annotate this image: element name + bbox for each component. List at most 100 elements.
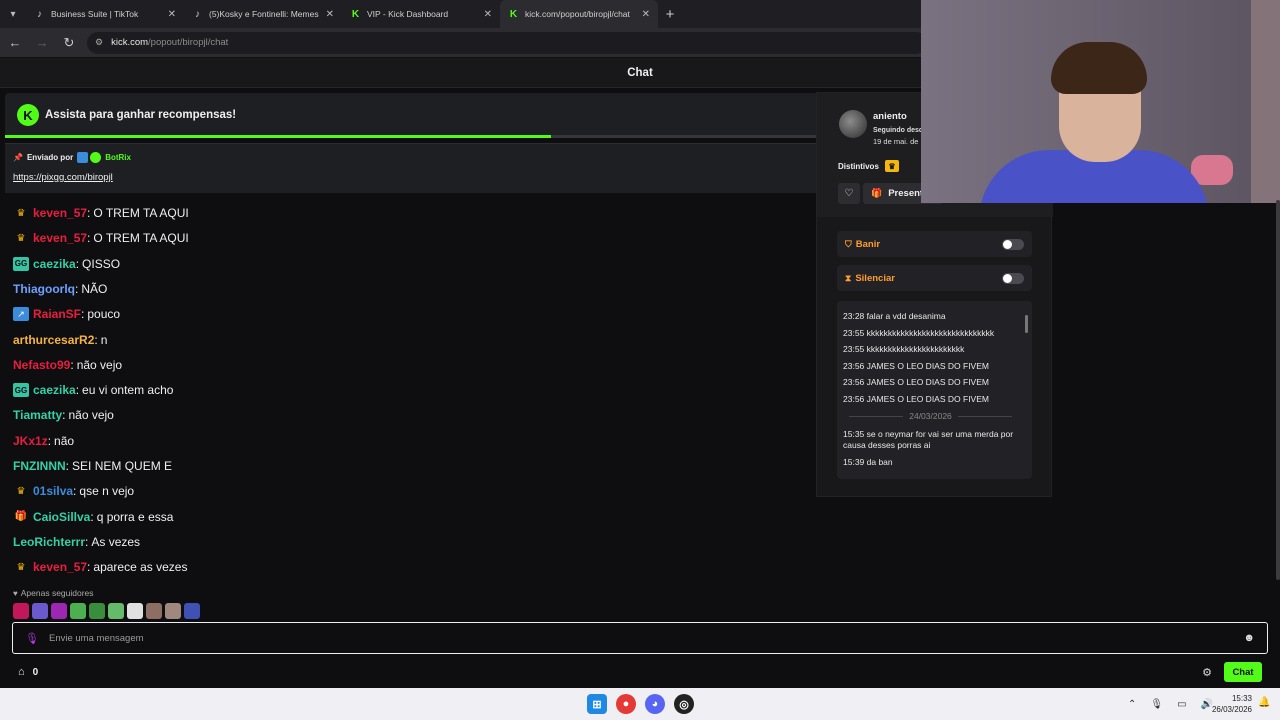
chat-username[interactable]: CaioSillva — [33, 510, 90, 524]
emote-icon[interactable] — [51, 603, 67, 619]
chat-username[interactable]: Nefasto99 — [13, 358, 70, 372]
timeout-toggle[interactable] — [1002, 272, 1024, 284]
discord-icon[interactable]: ◕ — [645, 694, 665, 714]
browser-tab-2[interactable]: K VIP - Kick Dashboard ✕ — [342, 0, 500, 28]
close-icon[interactable]: ✕ — [484, 9, 492, 20]
chat-username[interactable]: FNZINNN — [13, 459, 66, 473]
emote-icon[interactable] — [70, 603, 86, 619]
chat-message: ♛ keven_57: O TREM TA AQUI — [13, 230, 189, 246]
history-message: 23:28 falar a vdd desanima — [843, 311, 946, 321]
chat-username[interactable]: 01silva — [33, 484, 73, 498]
chat-separator: : — [87, 206, 91, 220]
ban-toggle[interactable] — [1002, 238, 1024, 250]
gift-icon: 🎁 — [871, 188, 883, 198]
reload-icon[interactable]: ↻ — [57, 31, 81, 55]
followers-only-label: Apenas seguidores — [20, 588, 94, 598]
history-text: JAMES O LEO DIAS DO FIVEM — [866, 394, 989, 404]
chat-username[interactable]: JKx1z — [13, 434, 48, 448]
chat-message-text: O TREM TA AQUI — [93, 231, 189, 246]
url-host: kick.com — [111, 37, 149, 48]
chat-username[interactable]: arthurcesarR2 — [13, 333, 94, 347]
windows-start-icon[interactable]: ⊞ — [587, 694, 607, 714]
windows-taskbar: ⊞ ● ◕ ◎ ⌃ 🎙 ▭ 🔊 15:33 26/03/2026 🔔 — [0, 688, 1280, 720]
chat-username[interactable]: Thiagoorlq — [13, 282, 75, 296]
history-text: JAMES O LEO DIAS DO FIVEM — [866, 360, 989, 371]
browser-tab-3[interactable]: K kick.com/popout/biropjl/chat ✕ — [500, 0, 658, 28]
emote-icon[interactable] — [32, 603, 48, 619]
close-icon[interactable]: ✕ — [642, 9, 650, 20]
chat-username[interactable]: caezika — [33, 257, 76, 271]
obs-icon[interactable]: ◎ — [674, 694, 694, 714]
history-message: 15:35 se o neymar for vai ser uma merda … — [843, 429, 1023, 451]
close-icon[interactable]: ✕ — [326, 9, 334, 20]
display-icon[interactable]: ▭ — [1177, 699, 1186, 710]
chat-username[interactable]: RaianSF — [33, 307, 81, 321]
back-arrow-icon[interactable]: ← — [3, 31, 27, 55]
chat-message-text: As vezes — [91, 534, 141, 549]
history-scrollbar[interactable] — [1025, 315, 1028, 333]
chat-separator: : — [87, 560, 91, 575]
history-after-date: 15:35 se o neymar for vai ser uma merda … — [843, 429, 1023, 474]
kicks-count: 0 — [32, 666, 39, 678]
chat-username[interactable]: caezika — [33, 383, 76, 397]
follow-heart-button[interactable]: ♡ — [838, 183, 860, 204]
browser-tab-1[interactable]: ♪ (5)Kosky e Fontinelli: Memes e I ✕ — [184, 0, 342, 28]
new-tab-button[interactable]: + — [658, 0, 682, 28]
chat-message-text: n — [100, 332, 108, 347]
chat-input-box[interactable]: 🎙 Envie uma mensagem ☻ — [12, 622, 1268, 654]
forward-arrow-icon[interactable]: → — [30, 31, 54, 55]
user-card-username[interactable]: aniento — [873, 111, 907, 122]
emote-icon[interactable] — [108, 603, 124, 619]
crown-badge-icon: ♛ — [16, 207, 26, 219]
history-message: 23:55 kkkkkkkkkkkkkkkkkkkkkkkkkkkkkk — [843, 328, 994, 338]
chevron-up-icon[interactable]: ⌃ — [1128, 699, 1136, 710]
chat-message-text: qse n vejo — [79, 484, 135, 499]
send-chat-button[interactable]: Chat — [1224, 662, 1262, 682]
page-scrollbar[interactable] — [1276, 200, 1280, 580]
chat-username[interactable]: keven_57 — [33, 206, 87, 220]
chat-separator: : — [87, 231, 91, 246]
store-icon[interactable]: ⌂ — [18, 666, 25, 678]
emote-icon[interactable] — [127, 603, 143, 619]
message-history[interactable]: 24/03/2026 15:35 se o neymar for vai ser… — [837, 301, 1032, 479]
ban-label: Banir — [855, 238, 881, 250]
timeout-label: Silenciar — [855, 272, 895, 284]
taskbar-clock[interactable]: 15:33 26/03/2026 — [1210, 693, 1252, 715]
microphone-icon[interactable]: 🎙 — [25, 632, 39, 645]
pinned-link[interactable]: https://pixgg.com/biropjl — [13, 172, 812, 183]
tab-title: kick.com/popout/biropjl/chat — [525, 9, 630, 19]
gear-icon[interactable]: ⚙ — [1202, 666, 1212, 679]
browser-tab-0[interactable]: ♪ Business Suite | TikTok ✕ — [26, 0, 184, 28]
chat-username[interactable]: keven_57 — [33, 231, 87, 245]
url-input[interactable]: ⚙ kick.com/popout/biropjl/chat — [87, 31, 927, 54]
tab-search-icon[interactable]: ▾ — [0, 0, 26, 28]
chat-username[interactable]: Tiamatty — [13, 408, 62, 422]
chat-footer: ⌂ 0 ⚙ Chat — [0, 656, 1280, 688]
tab-title: Business Suite | TikTok — [51, 9, 139, 19]
chat-input-placeholder[interactable]: Envie uma mensagem — [49, 633, 1243, 644]
site-info-icon[interactable]: ⚙ — [95, 37, 103, 48]
chat-message-text: SEI NEM QUEM E — [72, 459, 173, 473]
notification-bell-icon[interactable]: 🔔 — [1258, 697, 1270, 708]
emoji-picker-icon[interactable]: ☻ — [1243, 632, 1255, 644]
history-message: 23:56 JAMES O LEO DIAS DO FIVEM — [843, 394, 989, 404]
following-since-date: 19 de mai. de — [873, 137, 919, 146]
chrome-icon[interactable]: ● — [616, 694, 636, 714]
pinned-sender[interactable]: BotRix — [105, 153, 131, 162]
chat-separator: : — [75, 256, 80, 271]
emote-icon[interactable] — [89, 603, 105, 619]
emote-icon[interactable] — [146, 603, 162, 619]
emote-icon[interactable] — [13, 603, 29, 619]
history-date-divider: 24/03/2026 — [843, 411, 1018, 421]
emote-icon[interactable] — [184, 603, 200, 619]
reward-text: Assista para ganhar recompensas! — [45, 109, 237, 121]
chat-username[interactable]: LeoRichterrr — [13, 535, 85, 549]
reward-progress-bar — [5, 135, 820, 138]
chat-username[interactable]: keven_57 — [33, 560, 87, 574]
close-icon[interactable]: ✕ — [168, 9, 176, 20]
verified-badge-icon — [90, 152, 102, 163]
pinned-sender-row: 📌 Enviado por BotRix — [13, 152, 812, 163]
microphone-icon[interactable]: 🎙 — [1150, 699, 1163, 710]
reward-banner[interactable]: K Assista para ganhar recompensas! — [5, 93, 820, 138]
emote-icon[interactable] — [165, 603, 181, 619]
